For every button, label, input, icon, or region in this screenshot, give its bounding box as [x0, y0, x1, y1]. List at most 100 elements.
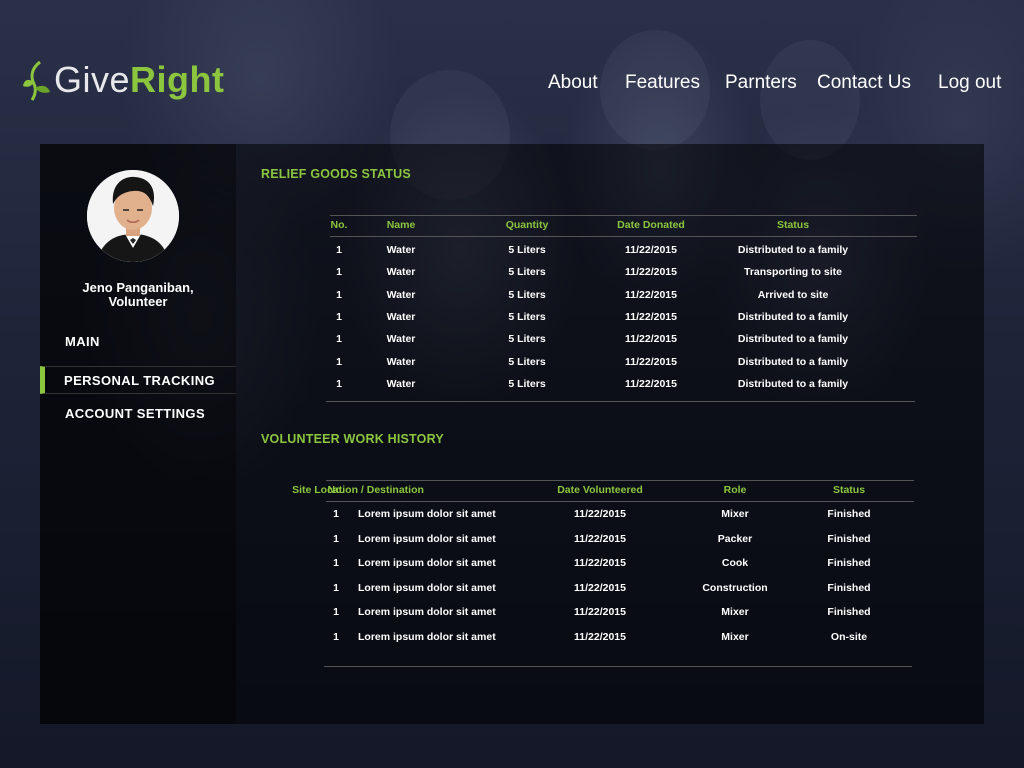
table-cell: Water [386, 311, 416, 323]
column-header: Quantity [505, 219, 549, 231]
sidebar-item-label: PERSONAL TRACKING [64, 373, 216, 388]
table-cell: 1 [333, 508, 339, 520]
volunteer-history-title: VOLUNTEER WORK HISTORY [261, 432, 444, 446]
table-cell: Lorem ipsum dolor sit amet [358, 606, 496, 618]
table-cell: Distributed to a family [737, 333, 849, 345]
table-cell: 5 Liters [508, 356, 546, 368]
table-cell: Distributed to a family [737, 356, 849, 368]
sidebar-item-label: MAIN [65, 334, 100, 349]
column-header: No. [330, 219, 348, 231]
user-name: Jeno Panganiban, Volunteer [40, 281, 236, 309]
user-photo [87, 170, 179, 262]
table-cell: 11/22/2015 [625, 378, 677, 390]
divider [326, 480, 914, 481]
table-cell: Mixer [721, 631, 749, 643]
table-cell: Distributed to a family [737, 311, 849, 323]
table-cell: Water [386, 333, 416, 345]
table-cell: Finished [827, 606, 871, 618]
table-cell: 11/22/2015 [625, 266, 677, 278]
table-cell: Distributed to a family [737, 244, 849, 256]
divider [330, 236, 917, 237]
table-cell: 5 Liters [508, 266, 546, 278]
table-cell: 1 [333, 533, 339, 545]
table-cell: 5 Liters [508, 244, 546, 256]
table-cell: Mixer [721, 606, 749, 618]
table-cell: Cook [721, 557, 749, 569]
table-cell: 11/22/2015 [574, 582, 626, 594]
relief-goods-title: RELIEF GOODS STATUS [261, 167, 411, 181]
nav-features[interactable]: Features [625, 72, 700, 94]
user-role: Volunteer [108, 294, 168, 309]
divider [326, 401, 915, 402]
column-header: Status [776, 219, 810, 231]
table-cell: 5 Liters [508, 311, 546, 323]
table-cell: Water [386, 289, 416, 301]
column-header: Site Location / Destination [292, 484, 424, 496]
table-cell: 11/22/2015 [625, 311, 677, 323]
table-cell: Arrived to site [757, 289, 829, 301]
table-cell: Lorem ipsum dolor sit amet [358, 557, 496, 569]
table-cell: 1 [336, 356, 342, 368]
table-cell: Finished [827, 582, 871, 594]
sidebar-item-account-settings[interactable]: ACCOUNT SETTINGS [40, 400, 236, 428]
divider [326, 501, 914, 502]
avatar [87, 170, 179, 262]
table-cell: 11/22/2015 [625, 244, 677, 256]
table-cell: Lorem ipsum dolor sit amet [358, 508, 496, 520]
table-cell: 11/22/2015 [625, 289, 677, 301]
column-header: Date Donated [617, 219, 685, 231]
table-cell: 1 [336, 311, 342, 323]
table-cell: 11/22/2015 [574, 606, 626, 618]
table-cell: Finished [827, 533, 871, 545]
table-cell: Water [386, 266, 416, 278]
nav-about[interactable]: About [548, 72, 598, 94]
table-cell: 5 Liters [508, 289, 546, 301]
table-cell: 1 [333, 582, 339, 594]
table-cell: 11/22/2015 [574, 557, 626, 569]
table-cell: Lorem ipsum dolor sit amet [358, 631, 496, 643]
site-header: GiveRight About Features Parnters Contac… [0, 0, 1024, 140]
table-cell: 5 Liters [508, 378, 546, 390]
main-nav: About Features Parnters Contact Us Log o… [0, 72, 1024, 96]
table-cell: Construction [702, 582, 768, 594]
divider [330, 215, 917, 216]
table-cell: Lorem ipsum dolor sit amet [358, 533, 496, 545]
nav-partners[interactable]: Parnters [725, 72, 797, 94]
user-full-name: Jeno Panganiban, [82, 280, 194, 295]
table-cell: Lorem ipsum dolor sit amet [358, 582, 496, 594]
table-cell: 1 [336, 333, 342, 345]
nav-contact-us[interactable]: Contact Us [817, 72, 911, 94]
table-cell: Transporting to site [743, 266, 843, 278]
table-cell: 11/22/2015 [625, 333, 677, 345]
sidebar-item-label: ACCOUNT SETTINGS [65, 406, 206, 421]
table-cell: 1 [336, 289, 342, 301]
column-header: Name [386, 219, 416, 231]
table-cell: Water [386, 356, 416, 368]
column-header: Status [832, 484, 866, 496]
sidebar-item-main[interactable]: MAIN [40, 328, 236, 356]
sidebar-item-personal-tracking[interactable]: PERSONAL TRACKING [40, 366, 236, 394]
table-cell: 5 Liters [508, 333, 546, 345]
table-cell: On-site [830, 631, 868, 643]
table-cell: 1 [333, 631, 339, 643]
table-cell: 1 [336, 378, 342, 390]
table-cell: 11/22/2015 [574, 533, 626, 545]
table-cell: 1 [336, 244, 342, 256]
table-cell: Water [386, 378, 416, 390]
table-cell: 11/22/2015 [574, 631, 626, 643]
table-cell: 1 [333, 606, 339, 618]
table-cell: Distributed to a family [737, 378, 849, 390]
table-cell: Mixer [721, 508, 749, 520]
column-header: Role [723, 484, 747, 496]
table-cell: Water [386, 244, 416, 256]
table-cell: 1 [336, 266, 342, 278]
table-cell: Packer [717, 533, 753, 545]
table-cell: 11/22/2015 [625, 356, 677, 368]
nav-log-out[interactable]: Log out [938, 72, 1001, 94]
table-cell: 11/22/2015 [574, 508, 626, 520]
table-cell: Finished [827, 557, 871, 569]
column-header: Date Volunteered [557, 484, 643, 496]
divider [324, 666, 912, 667]
table-cell: 1 [333, 557, 339, 569]
table-cell: Finished [827, 508, 871, 520]
